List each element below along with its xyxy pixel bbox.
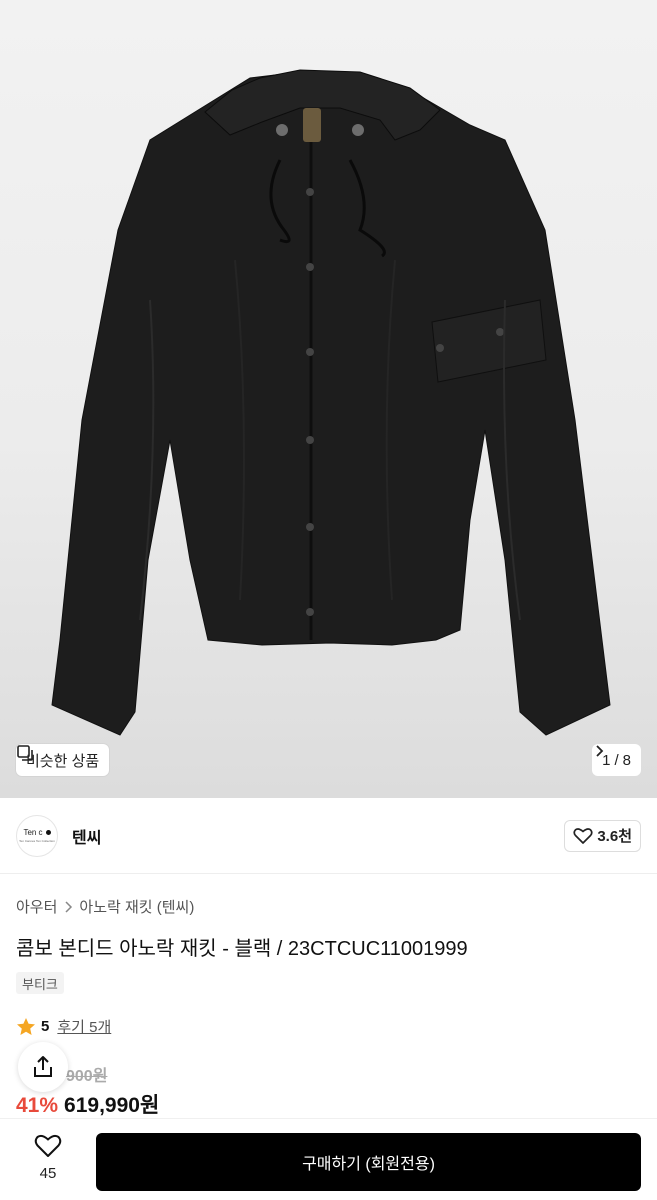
heart-icon: [34, 1134, 62, 1157]
brand-name[interactable]: 텐씨: [72, 824, 101, 848]
product-tag: 부티크: [16, 972, 64, 994]
brand-row[interactable]: Ten c Ten Cannes Ten Collection 텐씨 3.6천: [0, 798, 657, 874]
product-like-count: 45: [39, 1165, 57, 1182]
image-pager[interactable]: 1 / 8: [592, 744, 641, 776]
breadcrumb-subcategory[interactable]: 아노락 재킷 (텐씨): [79, 896, 194, 917]
chevron-right-icon: [596, 745, 604, 757]
product-image[interactable]: 비슷한 상품 1 / 8: [0, 0, 657, 798]
chevron-right-icon: [65, 900, 73, 913]
discount-rate: 41%: [16, 1094, 59, 1117]
pager-separator: /: [614, 751, 619, 769]
jacket-illustration: [51, 69, 611, 736]
sale-price-row: 41% 619,990원: [16, 1089, 159, 1119]
pager-total: 8: [622, 751, 631, 769]
share-button[interactable]: [18, 1042, 68, 1092]
similar-products-label: 비슷한 상품: [26, 752, 100, 770]
brand-like-button[interactable]: 3.6천: [564, 819, 641, 852]
brand-logo[interactable]: Ten c Ten Cannes Ten Collection: [16, 814, 58, 857]
rating-score: 5: [41, 1018, 50, 1035]
rating-row: 5 후기 5개: [16, 1016, 111, 1037]
product-title: 콤보 본디드 아노락 재킷 - 블랙 / 23CTCUC11001999: [16, 938, 468, 960]
sale-price: 619,990원: [64, 1094, 160, 1117]
breadcrumb-category[interactable]: 아우터: [16, 896, 57, 917]
share-icon: [34, 1056, 52, 1077]
brand-like-count: 3.6천: [597, 828, 632, 845]
buy-button[interactable]: 구매하기 (회원전용): [96, 1133, 641, 1191]
brand-logo-text: Ten c: [23, 828, 43, 837]
brand-logo-dot: [45, 830, 51, 835]
reviews-link[interactable]: 후기 5개: [57, 1016, 111, 1037]
brand-logo-subtext: Ten Cannes Ten Collection: [19, 839, 55, 843]
similar-products-button[interactable]: 비슷한 상품: [16, 744, 110, 776]
bottom-action-bar: 45 구매하기 (회원전용): [0, 1118, 657, 1200]
product-like-button[interactable]: 45: [24, 1133, 72, 1189]
heart-icon: [573, 827, 593, 844]
original-price: 900원: [66, 1068, 108, 1085]
similar-items-icon: [17, 745, 33, 761]
breadcrumb: 아우터 아노락 재킷 (텐씨): [16, 896, 194, 917]
star-icon: [17, 1018, 35, 1035]
